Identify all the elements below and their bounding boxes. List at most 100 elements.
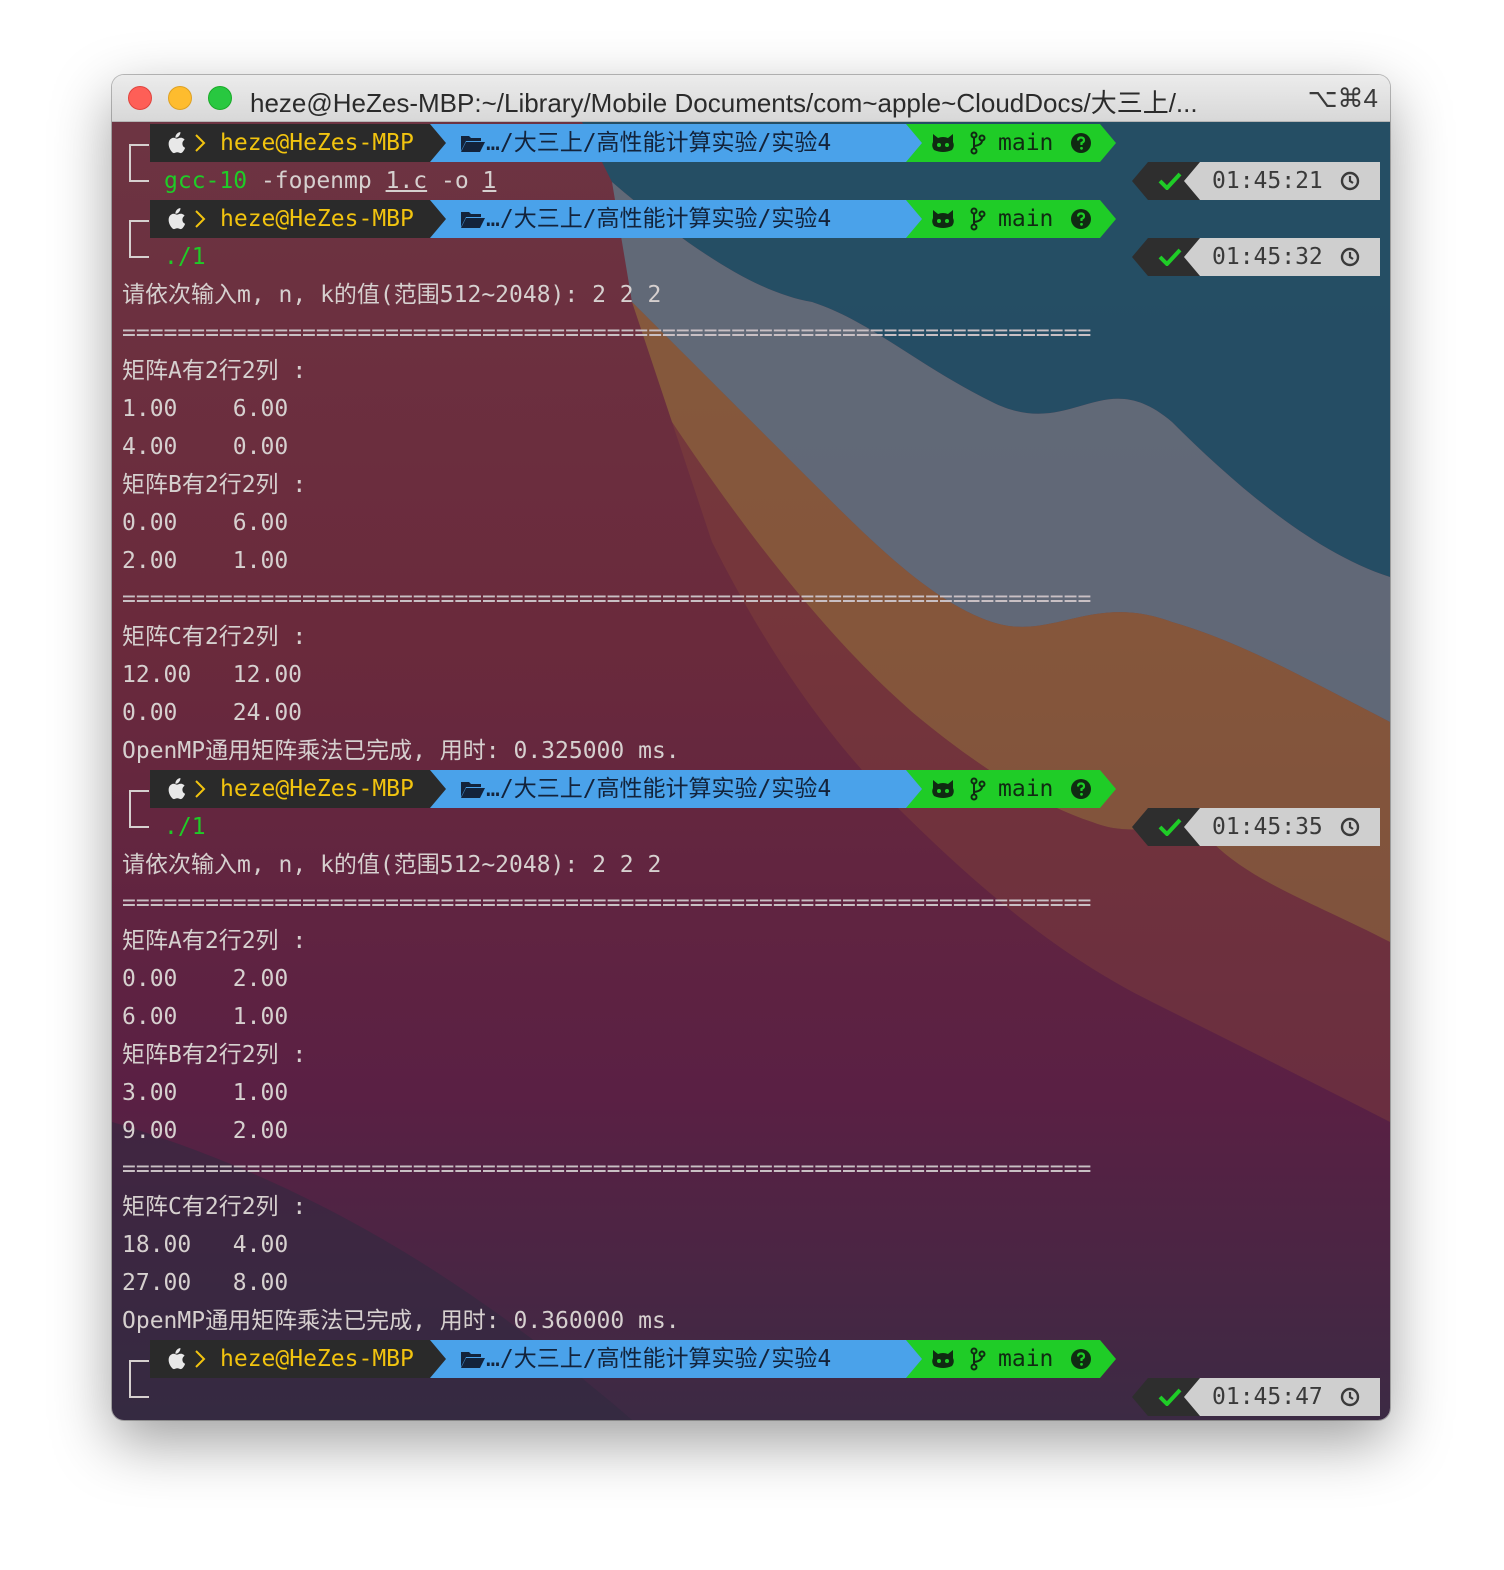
prompt-user-segment: heze@HeZes-MBP <box>150 200 430 238</box>
chevron-right-icon <box>195 1350 206 1368</box>
prompt-user-segment: heze@HeZes-MBP <box>150 1340 430 1378</box>
check-icon <box>1158 172 1182 190</box>
segment-separator <box>1132 162 1148 200</box>
question-circle-icon <box>1071 133 1091 153</box>
command-text: ./1 <box>164 808 206 846</box>
prompt-user-segment: heze@HeZes-MBP <box>150 124 430 162</box>
output-line: 12.00 12.00 <box>122 662 303 688</box>
time-segment: 01:45:21 <box>1200 162 1380 200</box>
time-stamp: 01:45:35 <box>1212 814 1323 840</box>
output-line: 矩阵C有2行2列 : <box>122 1194 307 1220</box>
prompt-user: heze@HeZes-MBP <box>220 1346 414 1372</box>
command-part: ./1 <box>164 244 206 270</box>
segment-end <box>1100 770 1116 808</box>
apple-icon <box>168 208 186 230</box>
segment-separator <box>1132 808 1148 846</box>
chevron-right-icon <box>195 780 206 798</box>
output-line: 请依次输入m, n, k的值(范围512~2048): 2 2 2 <box>122 282 662 308</box>
right-prompt: 01:45:21 <box>1132 162 1380 200</box>
apple-icon <box>168 1348 186 1370</box>
segment-separator <box>1184 1378 1200 1416</box>
prompt-branch: main <box>998 776 1054 802</box>
time-segment: 01:45:32 <box>1200 238 1380 276</box>
prompt-git-segment: main <box>906 1340 1100 1378</box>
chevron-right-icon <box>195 134 206 152</box>
output-line: OpenMP通用矩阵乘法已完成, 用时: 0.360000 ms. <box>122 1308 680 1334</box>
output-line: ========================================… <box>122 1156 1092 1182</box>
terminal-content[interactable]: heze@HeZes-MBP …/大三上/高性能计算实验/实验4 main gcc-1… <box>112 122 1390 1420</box>
minimize-button[interactable] <box>168 86 192 110</box>
prompt-path-segment: …/大三上/高性能计算实验/实验4 <box>430 770 906 808</box>
question-circle-icon <box>1071 779 1091 799</box>
question-circle-icon <box>1071 209 1091 229</box>
prompt-line: heze@HeZes-MBP …/大三上/高性能计算实验/实验4 main gcc-1… <box>112 124 1390 194</box>
prompt-path: …/大三上/高性能计算实验/实验4 <box>486 206 832 232</box>
prompt-bracket-bottom <box>129 162 149 182</box>
prompt-bracket-bottom <box>129 1378 149 1398</box>
command-text: gcc-10 -fopenmp 1.c -o 1 <box>164 162 496 200</box>
prompt-line: heze@HeZes-MBP …/大三上/高性能计算实验/实验4 main <box>112 1340 1390 1398</box>
prompt-path: …/大三上/高性能计算实验/实验4 <box>486 776 832 802</box>
prompt-path: …/大三上/高性能计算实验/实验4 <box>486 130 832 156</box>
command-part: -o <box>427 168 483 194</box>
git-branch-icon <box>970 131 986 155</box>
folder-open-icon <box>461 212 485 228</box>
output-line: 0.00 6.00 <box>122 510 289 536</box>
output-line: 18.00 4.00 <box>122 1232 289 1258</box>
clock-icon <box>1340 1387 1360 1407</box>
chevron-right-icon <box>195 210 206 228</box>
segment-separator <box>906 200 922 238</box>
right-prompt: 01:45:47 <box>1132 1378 1380 1416</box>
output-line: 矩阵C有2行2列 : <box>122 624 307 650</box>
output-line: 4.00 0.00 <box>122 434 289 460</box>
close-button[interactable] <box>128 86 152 110</box>
prompt-path: …/大三上/高性能计算实验/实验4 <box>486 1346 832 1372</box>
clock-icon <box>1340 817 1360 837</box>
tab-shortcut: ⌥⌘4 <box>1307 83 1378 113</box>
check-icon <box>1158 818 1182 836</box>
question-circle-icon <box>1071 1349 1091 1369</box>
output-line: 1.00 6.00 <box>122 396 289 422</box>
folder-open-icon <box>461 1352 485 1368</box>
prompt-line: heze@HeZes-MBP …/大三上/高性能计算实验/实验4 main ./1 <box>112 200 1390 270</box>
segment-separator <box>906 1340 922 1378</box>
output-line: 0.00 2.00 <box>122 966 289 992</box>
prompt-path-segment: …/大三上/高性能计算实验/实验4 <box>430 200 906 238</box>
segment-separator <box>1132 238 1148 276</box>
zoom-button[interactable] <box>208 86 232 110</box>
prompt-branch: main <box>998 206 1054 232</box>
prompt-user: heze@HeZes-MBP <box>220 130 414 156</box>
terminal-window: heze@HeZes-MBP:~/Library/Mobile Document… <box>112 75 1390 1420</box>
prompt-branch: main <box>998 1346 1054 1372</box>
output-line: 矩阵B有2行2列 : <box>122 1042 307 1068</box>
folder-open-icon <box>461 136 485 152</box>
apple-icon <box>168 778 186 800</box>
output-line: 矩阵B有2行2列 : <box>122 472 307 498</box>
segment-separator <box>1184 238 1200 276</box>
clock-icon <box>1340 171 1360 191</box>
prompt-bracket-bottom <box>129 808 149 828</box>
command-text: ./1 <box>164 238 206 276</box>
segment-separator <box>1184 162 1200 200</box>
prompt-user-segment: heze@HeZes-MBP <box>150 770 430 808</box>
output-line: ========================================… <box>122 890 1092 916</box>
segment-separator <box>906 770 922 808</box>
command-part: gcc-10 <box>164 168 248 194</box>
apple-icon <box>168 132 186 154</box>
segment-separator <box>430 124 446 162</box>
folder-open-icon <box>461 782 485 798</box>
git-branch-icon <box>970 1347 986 1371</box>
time-segment: 01:45:35 <box>1200 808 1380 846</box>
segment-separator <box>906 124 922 162</box>
segment-end <box>1100 1340 1116 1378</box>
segment-separator <box>1132 1378 1148 1416</box>
github-cat-icon <box>932 780 954 798</box>
segment-separator <box>430 200 446 238</box>
prompt-git-segment: main <box>906 200 1100 238</box>
output-line: OpenMP通用矩阵乘法已完成, 用时: 0.325000 ms. <box>122 738 680 764</box>
right-prompt: 01:45:35 <box>1132 808 1380 846</box>
github-cat-icon <box>932 134 954 152</box>
output-line: 请依次输入m, n, k的值(范围512~2048): 2 2 2 <box>122 852 662 878</box>
title-bar[interactable]: heze@HeZes-MBP:~/Library/Mobile Document… <box>112 75 1390 122</box>
time-stamp: 01:45:32 <box>1212 244 1323 270</box>
